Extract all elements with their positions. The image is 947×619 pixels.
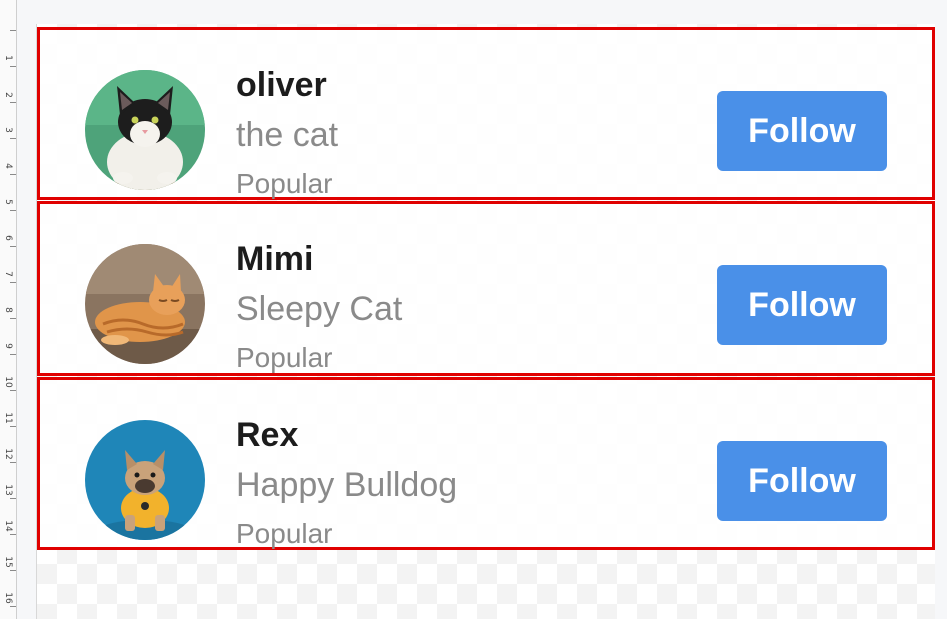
ruler-tick (10, 210, 16, 211)
ruler-label: 15 (3, 556, 13, 568)
user-name: Mimi (236, 240, 314, 278)
user-row-oliver: oliver the cat Popular Follow (37, 27, 935, 200)
ruler-label: 4 (3, 163, 13, 169)
ruler-tick (10, 462, 16, 463)
ruler-label: 8 (3, 307, 13, 313)
ruler-tick (10, 354, 16, 355)
cat-photo-avatar (85, 70, 205, 190)
follow-button[interactable]: Follow (717, 91, 887, 171)
ruler-tick (10, 318, 16, 319)
follow-button[interactable]: Follow (717, 265, 887, 345)
ruler-tick (10, 138, 16, 139)
ruler-label: 5 (3, 199, 13, 205)
popular-tag: Popular (236, 168, 333, 199)
ruler-label: 3 (3, 127, 13, 133)
ruler-tick (10, 498, 16, 499)
ruler-label: 12 (3, 448, 13, 460)
ruler-tick (10, 102, 16, 103)
ruler-tick (10, 282, 16, 283)
user-name: Rex (236, 416, 299, 454)
user-row-mimi: Mimi Sleepy Cat Popular Follow (37, 201, 935, 376)
ruler-tick (10, 426, 16, 427)
sleeping-cat-photo-avatar (85, 244, 205, 364)
ruler-tick (10, 66, 16, 67)
user-subtitle: Sleepy Cat (236, 290, 403, 328)
ruler-label: 9 (3, 343, 13, 349)
ruler-tick (10, 606, 16, 607)
ruler-label: 13 (3, 484, 13, 496)
ruler-tick (10, 390, 16, 391)
ruler-label: 14 (3, 520, 13, 532)
ruler-label: 10 (3, 376, 13, 388)
ruler-tick (10, 246, 16, 247)
ruler-label: 1 (3, 55, 13, 61)
ruler-tick (10, 174, 16, 175)
ruler-label: 6 (3, 235, 13, 241)
ruler-tick (10, 534, 16, 535)
user-subtitle: the cat (236, 116, 339, 154)
user-row-rex: Rex Happy Bulldog Popular Follow (37, 377, 935, 550)
user-name: oliver (236, 66, 327, 104)
ruler-label: 2 (3, 92, 13, 98)
ruler-label: 11 (3, 412, 13, 424)
vertical-ruler: 1 2 3 4 5 6 7 8 9 10 11 12 13 14 15 16 (0, 0, 17, 619)
bulldog-photo-avatar (85, 420, 205, 540)
user-subtitle: Happy Bulldog (236, 466, 458, 504)
ruler-tick (10, 570, 16, 571)
ruler-label: 16 (3, 592, 13, 604)
user-list: oliver the cat Popular Follow Mimi Sleep… (37, 27, 935, 550)
follow-button[interactable]: Follow (717, 441, 887, 521)
ruler-tick (10, 30, 16, 31)
popular-tag: Popular (236, 518, 333, 549)
ruler-label: 7 (3, 271, 13, 277)
popular-tag: Popular (236, 342, 333, 373)
